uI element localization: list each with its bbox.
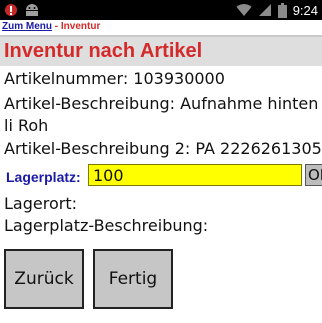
article-description: Artikel-Beschreibung: Aufnahme hinten [4, 94, 319, 113]
article-description-2: Artikel-Beschreibung 2: PA 2226261305 [4, 139, 322, 158]
breadcrumb-separator: - [52, 21, 61, 32]
lagerplatz-description-field: Lagerplatz-Beschreibung: [4, 216, 209, 235]
menu-link[interactable]: Zum Menu [2, 21, 52, 32]
app-notification-icon [5, 4, 17, 16]
lagerplatz-label: Lagerplatz: [6, 169, 81, 185]
wifi-icon [236, 4, 252, 17]
finish-button-label: Fertig [108, 269, 158, 289]
status-clock: 9:24 [292, 2, 318, 18]
lagerplatz-input[interactable] [88, 164, 302, 186]
status-bar: 9:24 [0, 0, 322, 20]
lagerort-field: Lagerort: [4, 194, 77, 213]
battery-icon [277, 2, 287, 18]
article-description-continued: li Roh [4, 116, 49, 135]
android-notification-icon [26, 4, 38, 16]
notification-icons [4, 2, 40, 18]
breadcrumb: Zum Menu - Inventur [2, 20, 100, 34]
system-status-icons: 9:24 [236, 1, 318, 19]
cellular-signal-icon [258, 4, 271, 16]
back-button[interactable]: Zurück [4, 249, 84, 309]
title-bar: Inventur nach Artikel [0, 37, 322, 66]
breadcrumb-current: Inventur [60, 21, 101, 32]
article-number: Artikelnummer: 103930000 [4, 69, 225, 88]
ok-button[interactable]: OK [305, 164, 322, 186]
back-button-label: Zurück [14, 269, 74, 289]
finish-button[interactable]: Fertig [93, 249, 173, 309]
page-title: Inventur nach Artikel [4, 40, 203, 62]
